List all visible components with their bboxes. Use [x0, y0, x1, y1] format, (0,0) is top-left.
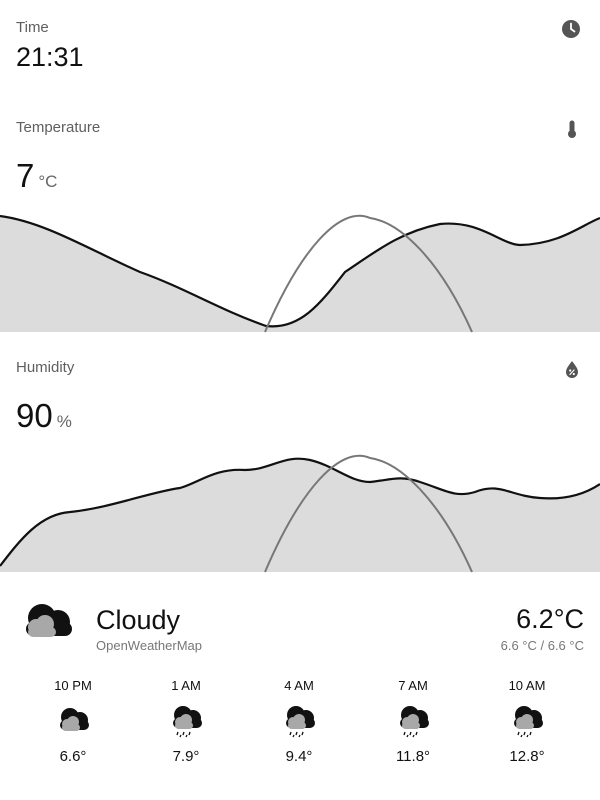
temperature-label: Temperature [16, 119, 101, 136]
forecast-time: 7 AM [398, 678, 428, 693]
cloudy-icon [18, 600, 76, 646]
forecast-temp: 12.8° [509, 748, 545, 765]
temperature-value: 7 °C [16, 157, 57, 195]
rainy-icon [173, 706, 202, 738]
rainy-icon [286, 706, 315, 738]
forecast-item: 10 PM 6.6° [23, 678, 123, 765]
forecast-item: 4 AM 9.4° [249, 678, 349, 765]
forecast-time: 10 PM [54, 678, 92, 693]
temperature-unit: °C [38, 172, 58, 191]
forecast-temp: 6.6° [59, 748, 87, 765]
humidity-card[interactable]: Humidity 90% [0, 340, 600, 574]
time-label: Time [16, 19, 49, 36]
humidity-value: 90% [16, 397, 72, 435]
humidity-number: 90 [16, 397, 53, 434]
forecast-time: 1 AM [171, 678, 201, 693]
forecast-item: 7 AM 11.8° [363, 678, 463, 765]
forecast-time: 4 AM [284, 678, 314, 693]
thermometer-icon [562, 119, 582, 139]
forecast-item: 1 AM 7.9° [136, 678, 236, 765]
time-card[interactable]: Time 21:31 [0, 0, 600, 100]
current-temperature: 6.2°C [516, 604, 584, 634]
water-percent-icon [562, 359, 582, 379]
rainy-icon [400, 706, 429, 738]
forecast-temp: 9.4° [285, 748, 313, 765]
temperature-card[interactable]: Temperature 7 °C [0, 100, 600, 334]
forecast-temp: 11.8° [395, 748, 431, 765]
rainy-icon [514, 706, 543, 738]
cloudy-icon [60, 708, 89, 731]
time-value: 21:31 [16, 42, 84, 72]
forecast-item: 10 AM 12.8° [477, 678, 577, 765]
forecast-time: 10 AM [508, 678, 546, 693]
clock-icon [561, 19, 581, 39]
weather-condition: Cloudy [96, 605, 181, 635]
humidity-label: Humidity [16, 359, 75, 376]
humidity-unit: % [56, 412, 72, 431]
temperature-range: 6.6 °C / 6.6 °C [500, 638, 584, 653]
weather-provider: OpenWeatherMap [96, 638, 202, 653]
temperature-number: 7 [16, 157, 35, 194]
forecast-temp: 7.9° [172, 748, 200, 765]
